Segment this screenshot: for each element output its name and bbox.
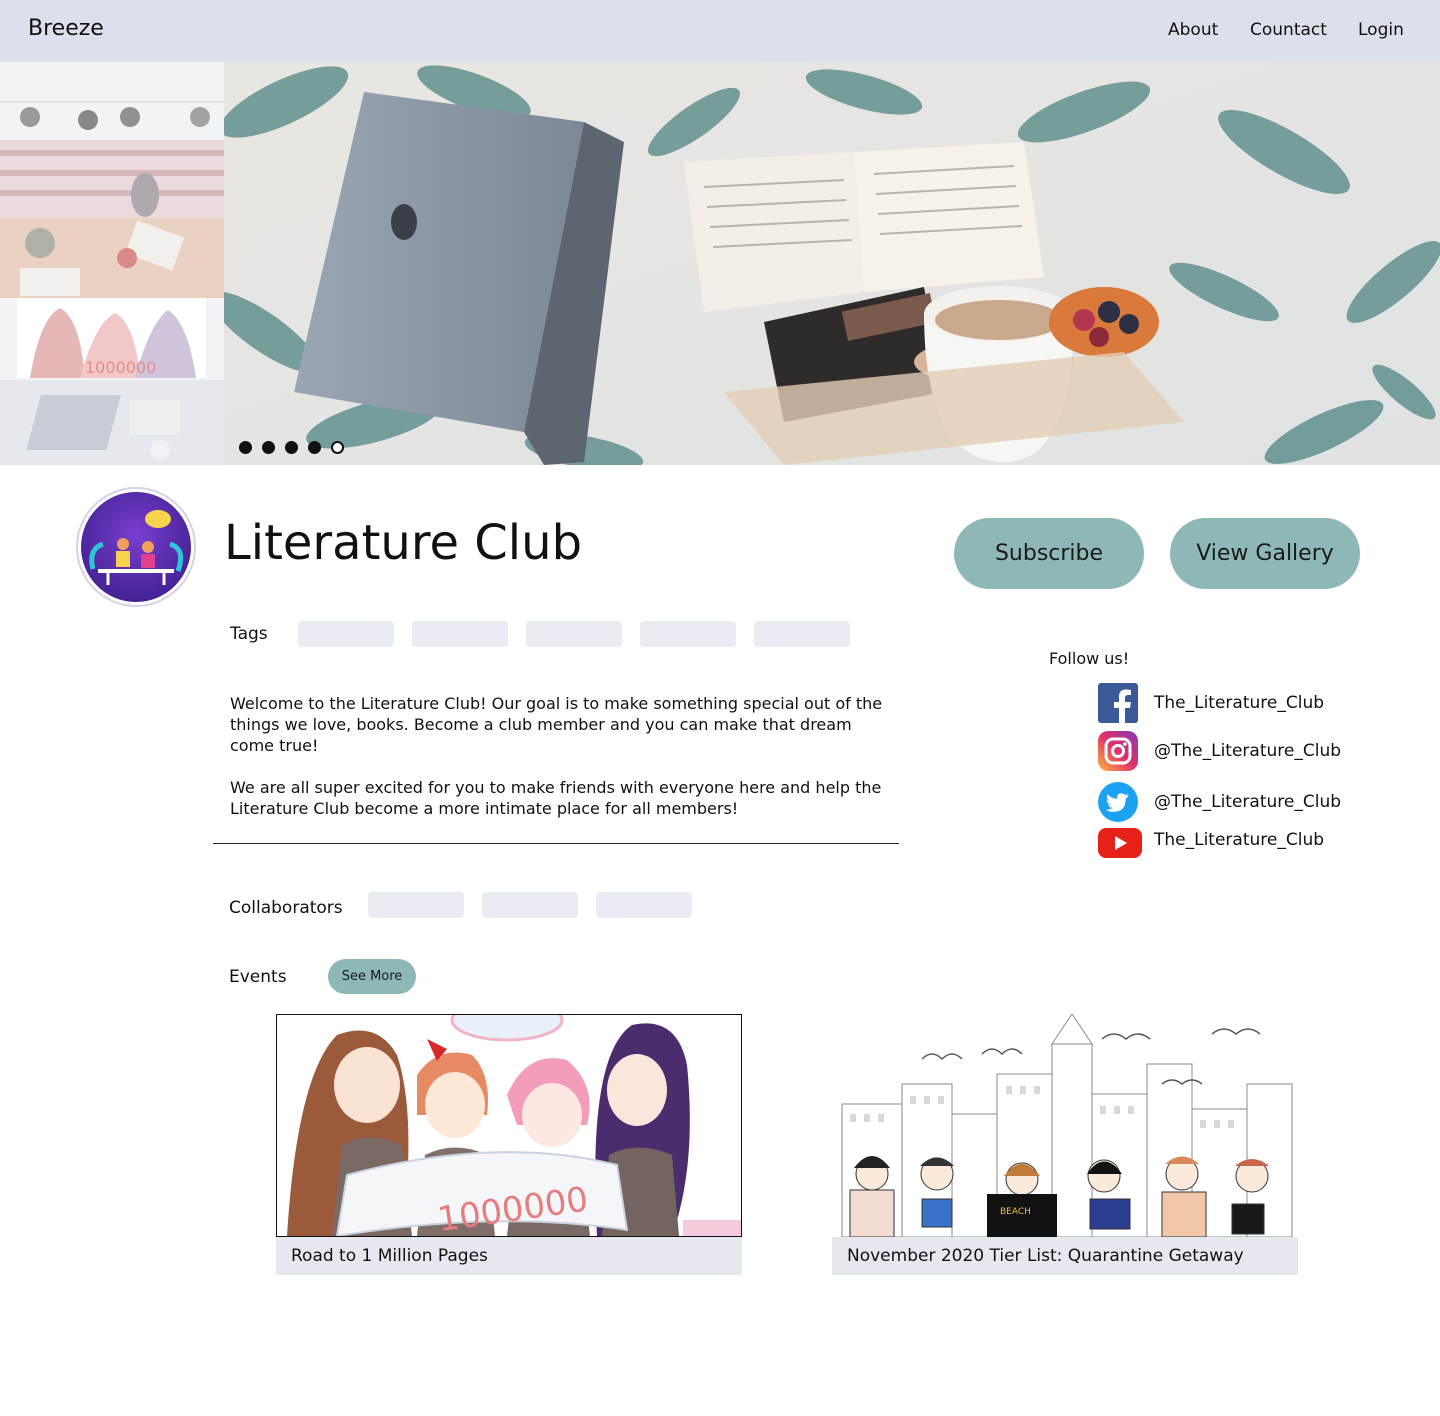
carousel-dot-5-active[interactable] [331,441,344,454]
facebook-icon [1098,683,1138,723]
description-paragraph: Welcome to the Literature Club! Our goal… [230,694,883,755]
event-title[interactable]: November 2020 Tier List: Quarantine Geta… [847,1246,1244,1266]
twitter-handle[interactable]: @The_Literature_Club [1154,792,1341,812]
follow-us-heading: Follow us! [1049,649,1130,668]
tags-label: Tags [230,624,268,644]
tag-placeholder[interactable] [526,621,622,647]
nav-link-contact[interactable]: Countact [1250,20,1327,40]
event-card[interactable]: BEACH November 2020 Tier List: Quarantin… [832,1014,1298,1275]
carousel-thumbnail-strip: 1000000 [0,62,224,465]
tag-placeholder[interactable] [298,621,394,647]
event-card[interactable]: 1000000 Road to 1 Million Pages [276,1014,742,1275]
description-paragraph: We are all super excited for you to make… [230,778,882,818]
thumbnail-study-desk[interactable] [0,218,224,298]
nav-link-login[interactable]: Login [1358,20,1404,40]
collaborator-placeholder[interactable] [368,892,464,918]
club-title: Literature Club [224,515,583,571]
club-avatar [76,487,196,607]
top-navbar: Breeze About Countact Login [0,0,1440,62]
youtube-icon [1098,826,1142,860]
tag-placeholder[interactable] [412,621,508,647]
events-label: Events [229,967,287,987]
youtube-handle[interactable]: The_Literature_Club [1154,830,1324,850]
section-divider [213,843,899,844]
social-link-youtube[interactable]: The_Literature_Club [1098,826,1358,866]
collaborator-placeholder[interactable] [596,892,692,918]
svg-text:1000000: 1000000 [85,358,156,377]
thumbnail-anime-club[interactable]: 1000000 [0,298,224,380]
thumbnail-library[interactable] [0,140,224,218]
tag-placeholder[interactable] [640,621,736,647]
event-title[interactable]: Road to 1 Million Pages [291,1246,488,1266]
carousel-dot-1[interactable] [239,441,252,454]
carousel-dot-3[interactable] [285,441,298,454]
thumbnail-zoom-meeting[interactable] [0,62,224,140]
twitter-icon [1098,782,1138,822]
thumbnail-laptop-bed[interactable] [0,380,224,465]
instagram-icon [1098,731,1138,771]
svg-text:BEACH: BEACH [1000,1207,1031,1217]
social-link-twitter[interactable]: @The_Literature_Club [1098,782,1358,822]
facebook-handle[interactable]: The_Literature_Club [1154,693,1324,713]
collaborator-placeholder[interactable] [482,892,578,918]
event-image-city-readers[interactable]: BEACH [832,1014,1298,1237]
event-image-anime-club[interactable]: 1000000 [276,1014,742,1237]
event-caption: November 2020 Tier List: Quarantine Geta… [832,1237,1298,1275]
social-link-instagram[interactable]: @The_Literature_Club [1098,731,1358,771]
see-more-events-button[interactable]: See More [328,959,416,994]
hero-slide-image [224,62,1440,465]
social-link-facebook[interactable]: The_Literature_Club [1098,683,1358,723]
subscribe-button[interactable]: Subscribe [954,518,1144,589]
view-gallery-button[interactable]: View Gallery [1170,518,1360,589]
event-caption: Road to 1 Million Pages [276,1237,742,1275]
brand-logo[interactable]: Breeze [28,16,104,41]
collaborators-label: Collaborators [229,898,343,918]
carousel-dot-4[interactable] [308,441,321,454]
club-description: Welcome to the Literature Club! Our goal… [230,693,890,840]
nav-link-about[interactable]: About [1168,20,1218,40]
instagram-handle[interactable]: @The_Literature_Club [1154,741,1341,761]
hero-carousel: 1000000 [0,62,1440,465]
tag-placeholder[interactable] [754,621,850,647]
carousel-dot-2[interactable] [262,441,275,454]
